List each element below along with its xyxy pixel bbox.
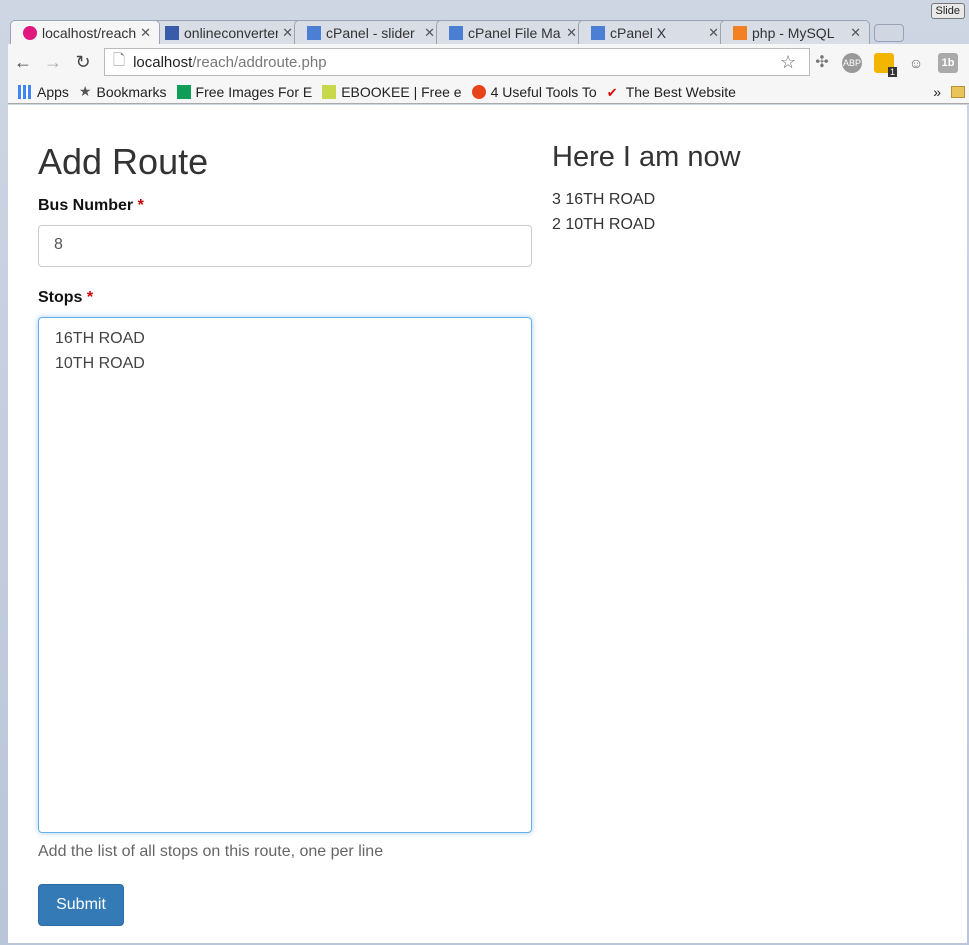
required-mark: * [86,289,94,306]
tab-php-mysql[interactable]: php - MySQL ✕ [720,20,870,44]
title-bar: Slide [0,0,969,20]
bookmark-best-website[interactable]: ✔ The Best Website [607,84,736,100]
tab-cpanel-x[interactable]: cPanel X ✕ [578,20,728,44]
reload-icon[interactable]: ↻ [68,52,98,73]
close-icon[interactable]: ✕ [282,25,293,41]
bookmark-bookmarks[interactable]: ★ Bookmarks [79,83,167,100]
abp-icon[interactable]: ABP [842,53,862,73]
stops-textarea[interactable]: 16TH ROAD 10TH ROAD [38,317,532,833]
sheets-icon [176,84,191,99]
puzzle-icon[interactable]: ✣ [812,53,832,73]
ebookee-icon [322,84,337,99]
page-title: Add Route [38,141,209,182]
1b-icon[interactable]: 1b [938,53,958,73]
bd-icon [471,84,486,99]
bookmark-useful-tools[interactable]: 4 Useful Tools To [471,84,597,100]
stop-line: 10TH ROAD [55,355,145,372]
stackoverflow-icon [733,25,747,40]
stops-help-text: Add the list of all stops on this route,… [38,843,384,860]
bookmark-ebookee[interactable]: EBOOKEE | Free e [322,84,462,100]
gmail-check-icon: ✔ [606,84,618,100]
star-icon: ★ [78,83,92,99]
tab-localhost[interactable]: localhost/reach ✕ [10,20,160,44]
status-heading: Here I am now [552,141,741,173]
back-icon[interactable]: ← [8,52,38,73]
page-content: Add Route Bus Number * 8 Stops * 16TH RO… [8,105,967,943]
folder-icon[interactable] [951,85,965,98]
grid-icon [165,25,179,40]
tab-cpanel-slider[interactable]: cPanel - slider ✕ [294,20,444,44]
bookmark-free-images[interactable]: Free Images For E [176,84,312,100]
page-icon: 🗋 [113,51,126,69]
panda-icon[interactable]: ☺ [906,53,926,73]
extension-badge-icon[interactable]: 1 [874,53,897,77]
cpanel-icon [307,25,321,40]
tab-cpanel-file-manager[interactable]: cPanel File Ma ✕ [436,20,586,44]
bookmark-apps[interactable]: Apps [18,84,69,100]
close-icon[interactable]: ✕ [708,25,719,41]
close-icon[interactable]: ✕ [140,25,151,41]
wamp-icon [23,25,37,40]
status-line: 3 16TH ROAD [552,191,656,208]
submit-button[interactable]: Submit [38,884,124,926]
stops-label: Stops * [38,289,94,306]
status-list: 3 16TH ROAD 2 10TH ROAD [552,187,655,237]
required-mark: * [137,197,144,214]
forward-icon[interactable]: → [38,52,68,73]
toolbar: ← → ↻ 🗋 localhost/reach/addroute.php ☆ ✣ … [8,44,969,80]
tab-strip: localhost/reach ✕ onlineconverter ✕ cPanel… [10,20,904,44]
apps-icon [18,84,32,99]
bus-number-input[interactable]: 8 [38,225,532,267]
status-line: 2 10TH ROAD [552,216,656,233]
stop-line: 16TH ROAD [55,330,145,347]
browser-window: Slide localhost/reach ✕ onlineconverter ✕ … [0,0,969,945]
slide-button[interactable]: Slide [930,3,965,19]
tab-onlineconverter[interactable]: onlineconverter ✕ [152,20,302,44]
bookmarks-overflow[interactable]: » [933,84,941,100]
close-icon[interactable]: ✕ [424,25,435,41]
close-icon[interactable]: ✕ [566,25,577,41]
bookmark-star-icon[interactable]: ☆ [780,52,796,73]
new-tab-button[interactable] [874,24,904,42]
close-icon[interactable]: ✕ [850,25,861,41]
address-bar[interactable]: 🗋 localhost/reach/addroute.php [104,48,810,76]
cpanel-icon [449,25,463,40]
bus-number-label: Bus Number * [38,197,144,214]
cpanel-icon [591,25,605,40]
bookmarks-bar: Apps ★ Bookmarks Free Images For E EBOOKE… [8,80,969,104]
